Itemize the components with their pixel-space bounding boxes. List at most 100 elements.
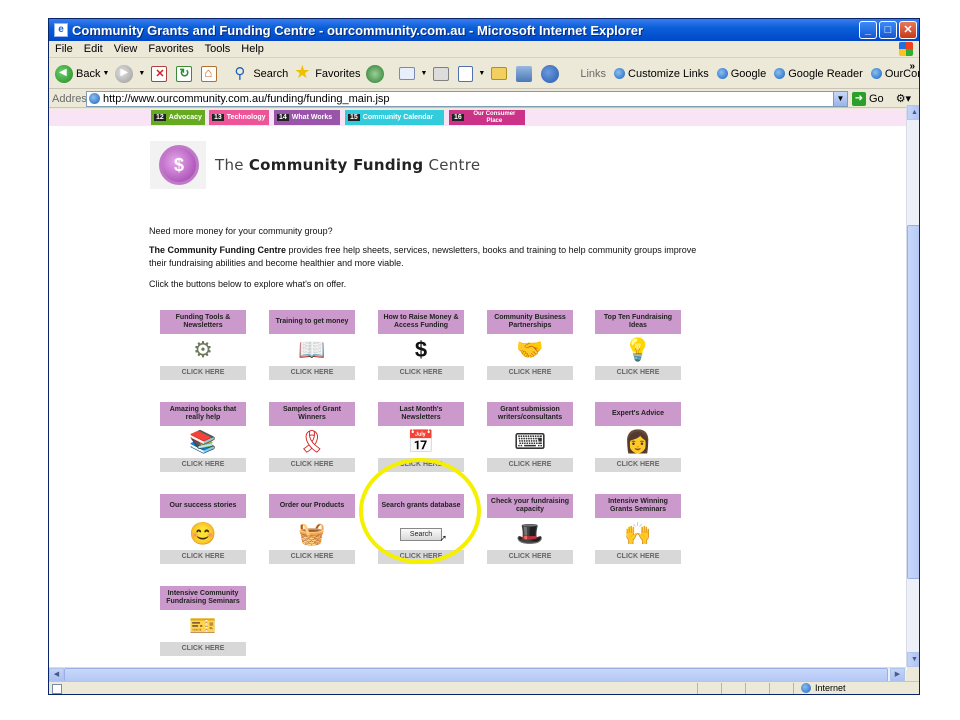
card-amazing-books[interactable]: Amazing books that really help 📚 CLICK H… [160,402,246,472]
address-input[interactable]: http://www.ourcommunity.com.au/funding/f… [86,90,848,107]
click-here-button[interactable]: CLICK HERE [487,458,573,472]
back-button[interactable]: Back ▼ [55,64,109,83]
ie-page-icon [774,68,786,79]
vertical-scrollbar[interactable]: ▲ ▼ [906,105,919,667]
horizontal-scrollbar[interactable]: ◀ ▶ [49,667,906,682]
click-here-button[interactable]: CLICK HERE [269,458,355,472]
forward-dropdown-icon[interactable]: ▼ [138,70,145,77]
nav-tab-community-calendar[interactable]: 15 Community Calendar [345,110,444,125]
link-label: Google [730,67,767,80]
click-here-button[interactable]: CLICK HERE [378,550,464,564]
card-fundraising-seminars[interactable]: Intensive Community Fundraising Seminars… [160,586,246,656]
scroll-left-icon[interactable]: ◀ [49,668,64,682]
scroll-right-icon[interactable]: ▶ [890,668,905,682]
handshake-icon: 🤝 [516,337,544,362]
card-title: Our success stories [160,494,246,518]
click-here-button[interactable]: CLICK HERE [487,366,573,380]
card-business-partnerships[interactable]: Community Business Partnerships 🤝 CLICK … [487,310,573,380]
refresh-icon[interactable] [176,65,193,82]
minimize-button[interactable]: _ [859,21,877,39]
click-here-button[interactable]: CLICK HERE [595,458,681,472]
menu-help[interactable]: Help [241,43,264,55]
nav-tab-what-works[interactable]: 14 What Works [274,110,340,125]
address-dropdown-icon[interactable]: ▼ [833,91,847,106]
card-title: Top Ten Fundraising Ideas [595,310,681,334]
vertical-scroll-thumb[interactable] [907,225,919,579]
nav-tab-consumer-place[interactable]: 16 Our Consumer Place [449,110,525,125]
card-fundraising-capacity[interactable]: Check your fundraising capacity 🎩 CLICK … [487,494,573,564]
address-bar: Address http://www.ourcommunity.com.au/f… [49,90,919,108]
menu-tools[interactable]: Tools [205,43,231,55]
click-here-button[interactable]: CLICK HERE [160,366,246,380]
link-google[interactable]: Google [716,67,767,80]
toolbar-options-icon[interactable]: ⚙▾ [896,92,911,105]
menu-favorites[interactable]: Favorites [148,43,193,55]
card-grants-seminars[interactable]: Intensive Winning Grants Seminars 🙌 CLIC… [595,494,681,564]
click-here-button[interactable]: CLICK HERE [595,366,681,380]
click-here-button[interactable]: CLICK HERE [378,458,464,472]
menu-edit[interactable]: Edit [84,43,103,55]
scroll-up-icon[interactable]: ▲ [907,105,919,120]
folder-icon[interactable] [491,67,508,80]
card-grant-winners[interactable]: Samples of Grant Winners 🎗 CLICK HERE [269,402,355,472]
books-icon: 📚 [189,429,217,454]
card-newsletters[interactable]: Last Month's Newsletters 📅 CLICK HERE [378,402,464,472]
site-title: The Community Funding Centre [215,156,481,174]
messenger-icon[interactable] [541,64,560,83]
card-success-stories[interactable]: Our success stories 😊 CLICK HERE [160,494,246,564]
toolbar: Back ▼ ▼ Search Favorites ▼ ▼ Links Cust… [49,59,919,89]
click-here-button[interactable]: CLICK HERE [487,550,573,564]
chevron-more-icon[interactable]: » [909,61,915,72]
back-arrow-icon [55,64,73,83]
click-here-button[interactable]: CLICK HERE [269,366,355,380]
favorites-button[interactable]: Favorites [294,62,360,83]
history-icon[interactable] [366,64,385,83]
home-icon[interactable] [201,65,218,82]
menu-file[interactable]: File [55,43,73,55]
ie-page-icon [870,68,882,79]
click-here-button[interactable]: CLICK HERE [160,458,246,472]
card-training[interactable]: Training to get money 📖 CLICK HERE [269,310,355,380]
stop-icon[interactable] [151,65,168,82]
go-button[interactable]: ➜ Go [852,91,884,106]
search-grants-button[interactable]: Search ➚ [400,527,447,543]
click-here-button[interactable]: CLICK HERE [595,550,681,564]
research-icon[interactable] [516,65,533,82]
horizontal-scroll-thumb[interactable] [64,668,888,682]
nav-tab-advocacy[interactable]: 12 Advocacy [151,110,205,125]
click-here-button[interactable]: CLICK HERE [160,642,246,656]
click-here-button[interactable]: CLICK HERE [160,550,246,564]
close-button[interactable]: ✕ [899,21,917,39]
link-customize[interactable]: Customize Links [614,68,709,80]
title-bar[interactable]: e Community Grants and Funding Centre - … [49,19,919,41]
menu-view[interactable]: View [114,43,138,55]
scroll-down-icon[interactable]: ▼ [907,652,919,667]
card-raise-money[interactable]: How to Raise Money & Access Funding $ CL… [378,310,464,380]
card-title: Intensive Community Fundraising Seminars [160,586,246,610]
print-icon[interactable] [433,66,450,81]
click-here-button[interactable]: CLICK HERE [269,550,355,564]
nav-tab-technology[interactable]: 13 Technology [209,110,269,125]
card-funding-tools[interactable]: Funding Tools & Newsletters ⚙ CLICK HERE [160,310,246,380]
card-title: How to Raise Money & Access Funding [378,310,464,334]
back-label: Back [76,67,101,80]
card-expert-advice[interactable]: Expert's Advice 👩 CLICK HERE [595,402,681,472]
seminar-icon: 🙌 [624,521,652,546]
maximize-button[interactable]: □ [879,21,897,39]
link-google-reader[interactable]: Google Reader [774,68,863,80]
back-dropdown-icon[interactable]: ▼ [102,70,109,77]
card-order-products[interactable]: Order our Products 🧺 CLICK HERE [269,494,355,564]
ie-page-icon [716,68,728,79]
click-here-button[interactable]: CLICK HERE [378,366,464,380]
forward-button[interactable]: ▼ [115,64,145,83]
search-button[interactable]: Search [232,64,288,83]
address-url: http://www.ourcommunity.com.au/funding/f… [103,92,390,105]
menu-bar: File Edit View Favorites Tools Help [49,41,919,58]
card-search-grants[interactable]: Search grants database Search ➚ CLICK HE… [378,494,464,564]
toolbox-icon: ⚙ [193,337,213,362]
card-top-ten-ideas[interactable]: Top Ten Fundraising Ideas 💡 CLICK HERE [595,310,681,380]
edit-word-icon[interactable] [458,65,474,82]
links-label: Links [580,67,607,80]
mail-icon[interactable] [399,67,416,80]
card-grant-writers[interactable]: Grant submission writers/consultants ⌨ C… [487,402,573,472]
